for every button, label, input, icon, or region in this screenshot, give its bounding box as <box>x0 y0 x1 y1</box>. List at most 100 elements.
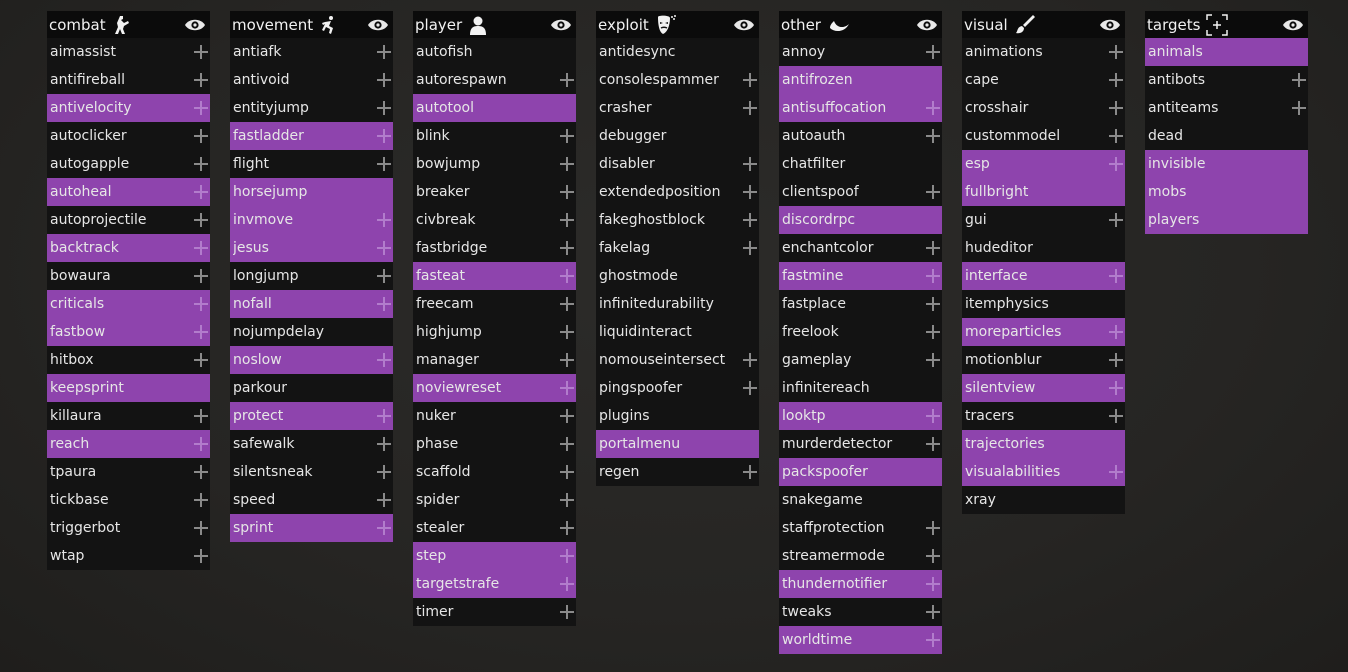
module-triggerbot[interactable]: triggerbot <box>47 514 210 542</box>
panel-header-combat[interactable]: combat <box>47 11 210 38</box>
module-safewalk[interactable]: safewalk <box>230 430 393 458</box>
module-antiafk[interactable]: antiafk <box>230 38 393 66</box>
expand-plus-icon[interactable] <box>194 353 208 367</box>
module-discordrpc[interactable]: discordrpc <box>779 206 942 234</box>
panel-header-movement[interactable]: movement <box>230 11 393 38</box>
module-wtap[interactable]: wtap <box>47 542 210 570</box>
module-antivoid[interactable]: antivoid <box>230 66 393 94</box>
expand-plus-icon[interactable] <box>926 185 940 199</box>
expand-plus-icon[interactable] <box>377 129 391 143</box>
module-motionblur[interactable]: motionblur <box>962 346 1125 374</box>
expand-plus-icon[interactable] <box>560 409 574 423</box>
expand-plus-icon[interactable] <box>743 73 757 87</box>
module-breaker[interactable]: breaker <box>413 178 576 206</box>
expand-plus-icon[interactable] <box>1109 129 1123 143</box>
expand-plus-icon[interactable] <box>560 73 574 87</box>
module-fastladder[interactable]: fastladder <box>230 122 393 150</box>
module-thundernotifier[interactable]: thundernotifier <box>779 570 942 598</box>
module-antibots[interactable]: antibots <box>1145 66 1308 94</box>
module-fasteat[interactable]: fasteat <box>413 262 576 290</box>
eye-icon[interactable] <box>367 18 389 32</box>
expand-plus-icon[interactable] <box>194 45 208 59</box>
expand-plus-icon[interactable] <box>194 241 208 255</box>
module-nomouseintersect[interactable]: nomouseintersect <box>596 346 759 374</box>
module-invmove[interactable]: invmove <box>230 206 393 234</box>
module-freecam[interactable]: freecam <box>413 290 576 318</box>
module-ghostmode[interactable]: ghostmode <box>596 262 759 290</box>
module-fastbow[interactable]: fastbow <box>47 318 210 346</box>
module-backtrack[interactable]: backtrack <box>47 234 210 262</box>
module-fastbridge[interactable]: fastbridge <box>413 234 576 262</box>
expand-plus-icon[interactable] <box>560 325 574 339</box>
expand-plus-icon[interactable] <box>926 325 940 339</box>
expand-plus-icon[interactable] <box>377 493 391 507</box>
expand-plus-icon[interactable] <box>377 73 391 87</box>
module-nofall[interactable]: nofall <box>230 290 393 318</box>
expand-plus-icon[interactable] <box>194 325 208 339</box>
expand-plus-icon[interactable] <box>1109 157 1123 171</box>
module-killaura[interactable]: killaura <box>47 402 210 430</box>
module-bowjump[interactable]: bowjump <box>413 150 576 178</box>
expand-plus-icon[interactable] <box>926 577 940 591</box>
expand-plus-icon[interactable] <box>1109 353 1123 367</box>
expand-plus-icon[interactable] <box>194 297 208 311</box>
expand-plus-icon[interactable] <box>926 269 940 283</box>
expand-plus-icon[interactable] <box>194 185 208 199</box>
expand-plus-icon[interactable] <box>377 465 391 479</box>
module-consolespammer[interactable]: consolespammer <box>596 66 759 94</box>
expand-plus-icon[interactable] <box>560 465 574 479</box>
module-highjump[interactable]: highjump <box>413 318 576 346</box>
module-bowaura[interactable]: bowaura <box>47 262 210 290</box>
module-timer[interactable]: timer <box>413 598 576 626</box>
module-antivelocity[interactable]: antivelocity <box>47 94 210 122</box>
module-fullbright[interactable]: fullbright <box>962 178 1125 206</box>
module-infinitereach[interactable]: infinitereach <box>779 374 942 402</box>
module-noviewreset[interactable]: noviewreset <box>413 374 576 402</box>
panel-header-targets[interactable]: targets <box>1145 11 1308 38</box>
expand-plus-icon[interactable] <box>1109 45 1123 59</box>
module-blink[interactable]: blink <box>413 122 576 150</box>
expand-plus-icon[interactable] <box>377 213 391 227</box>
module-crosshair[interactable]: crosshair <box>962 94 1125 122</box>
expand-plus-icon[interactable] <box>743 157 757 171</box>
expand-plus-icon[interactable] <box>377 297 391 311</box>
expand-plus-icon[interactable] <box>1109 381 1123 395</box>
module-hitbox[interactable]: hitbox <box>47 346 210 374</box>
expand-plus-icon[interactable] <box>926 633 940 647</box>
module-scaffold[interactable]: scaffold <box>413 458 576 486</box>
eye-icon[interactable] <box>184 18 206 32</box>
module-antifireball[interactable]: antifireball <box>47 66 210 94</box>
module-keepsprint[interactable]: keepsprint <box>47 374 210 402</box>
module-worldtime[interactable]: worldtime <box>779 626 942 654</box>
module-visualabilities[interactable]: visualabilities <box>962 458 1125 486</box>
expand-plus-icon[interactable] <box>926 45 940 59</box>
expand-plus-icon[interactable] <box>560 185 574 199</box>
module-regen[interactable]: regen <box>596 458 759 486</box>
module-mobs[interactable]: mobs <box>1145 178 1308 206</box>
module-autoprojectile[interactable]: autoprojectile <box>47 206 210 234</box>
expand-plus-icon[interactable] <box>377 157 391 171</box>
module-autofish[interactable]: autofish <box>413 38 576 66</box>
expand-plus-icon[interactable] <box>743 241 757 255</box>
module-jesus[interactable]: jesus <box>230 234 393 262</box>
expand-plus-icon[interactable] <box>194 493 208 507</box>
module-gameplay[interactable]: gameplay <box>779 346 942 374</box>
expand-plus-icon[interactable] <box>194 129 208 143</box>
module-tpaura[interactable]: tpaura <box>47 458 210 486</box>
expand-plus-icon[interactable] <box>926 521 940 535</box>
module-pingspoofer[interactable]: pingspoofer <box>596 374 759 402</box>
expand-plus-icon[interactable] <box>1109 101 1123 115</box>
expand-plus-icon[interactable] <box>560 353 574 367</box>
expand-plus-icon[interactable] <box>743 213 757 227</box>
expand-plus-icon[interactable] <box>194 73 208 87</box>
module-streamermode[interactable]: streamermode <box>779 542 942 570</box>
module-silentsneak[interactable]: silentsneak <box>230 458 393 486</box>
module-crasher[interactable]: crasher <box>596 94 759 122</box>
expand-plus-icon[interactable] <box>194 269 208 283</box>
module-spider[interactable]: spider <box>413 486 576 514</box>
module-speed[interactable]: speed <box>230 486 393 514</box>
module-snakegame[interactable]: snakegame <box>779 486 942 514</box>
module-targetstrafe[interactable]: targetstrafe <box>413 570 576 598</box>
eye-icon[interactable] <box>1282 18 1304 32</box>
expand-plus-icon[interactable] <box>560 241 574 255</box>
